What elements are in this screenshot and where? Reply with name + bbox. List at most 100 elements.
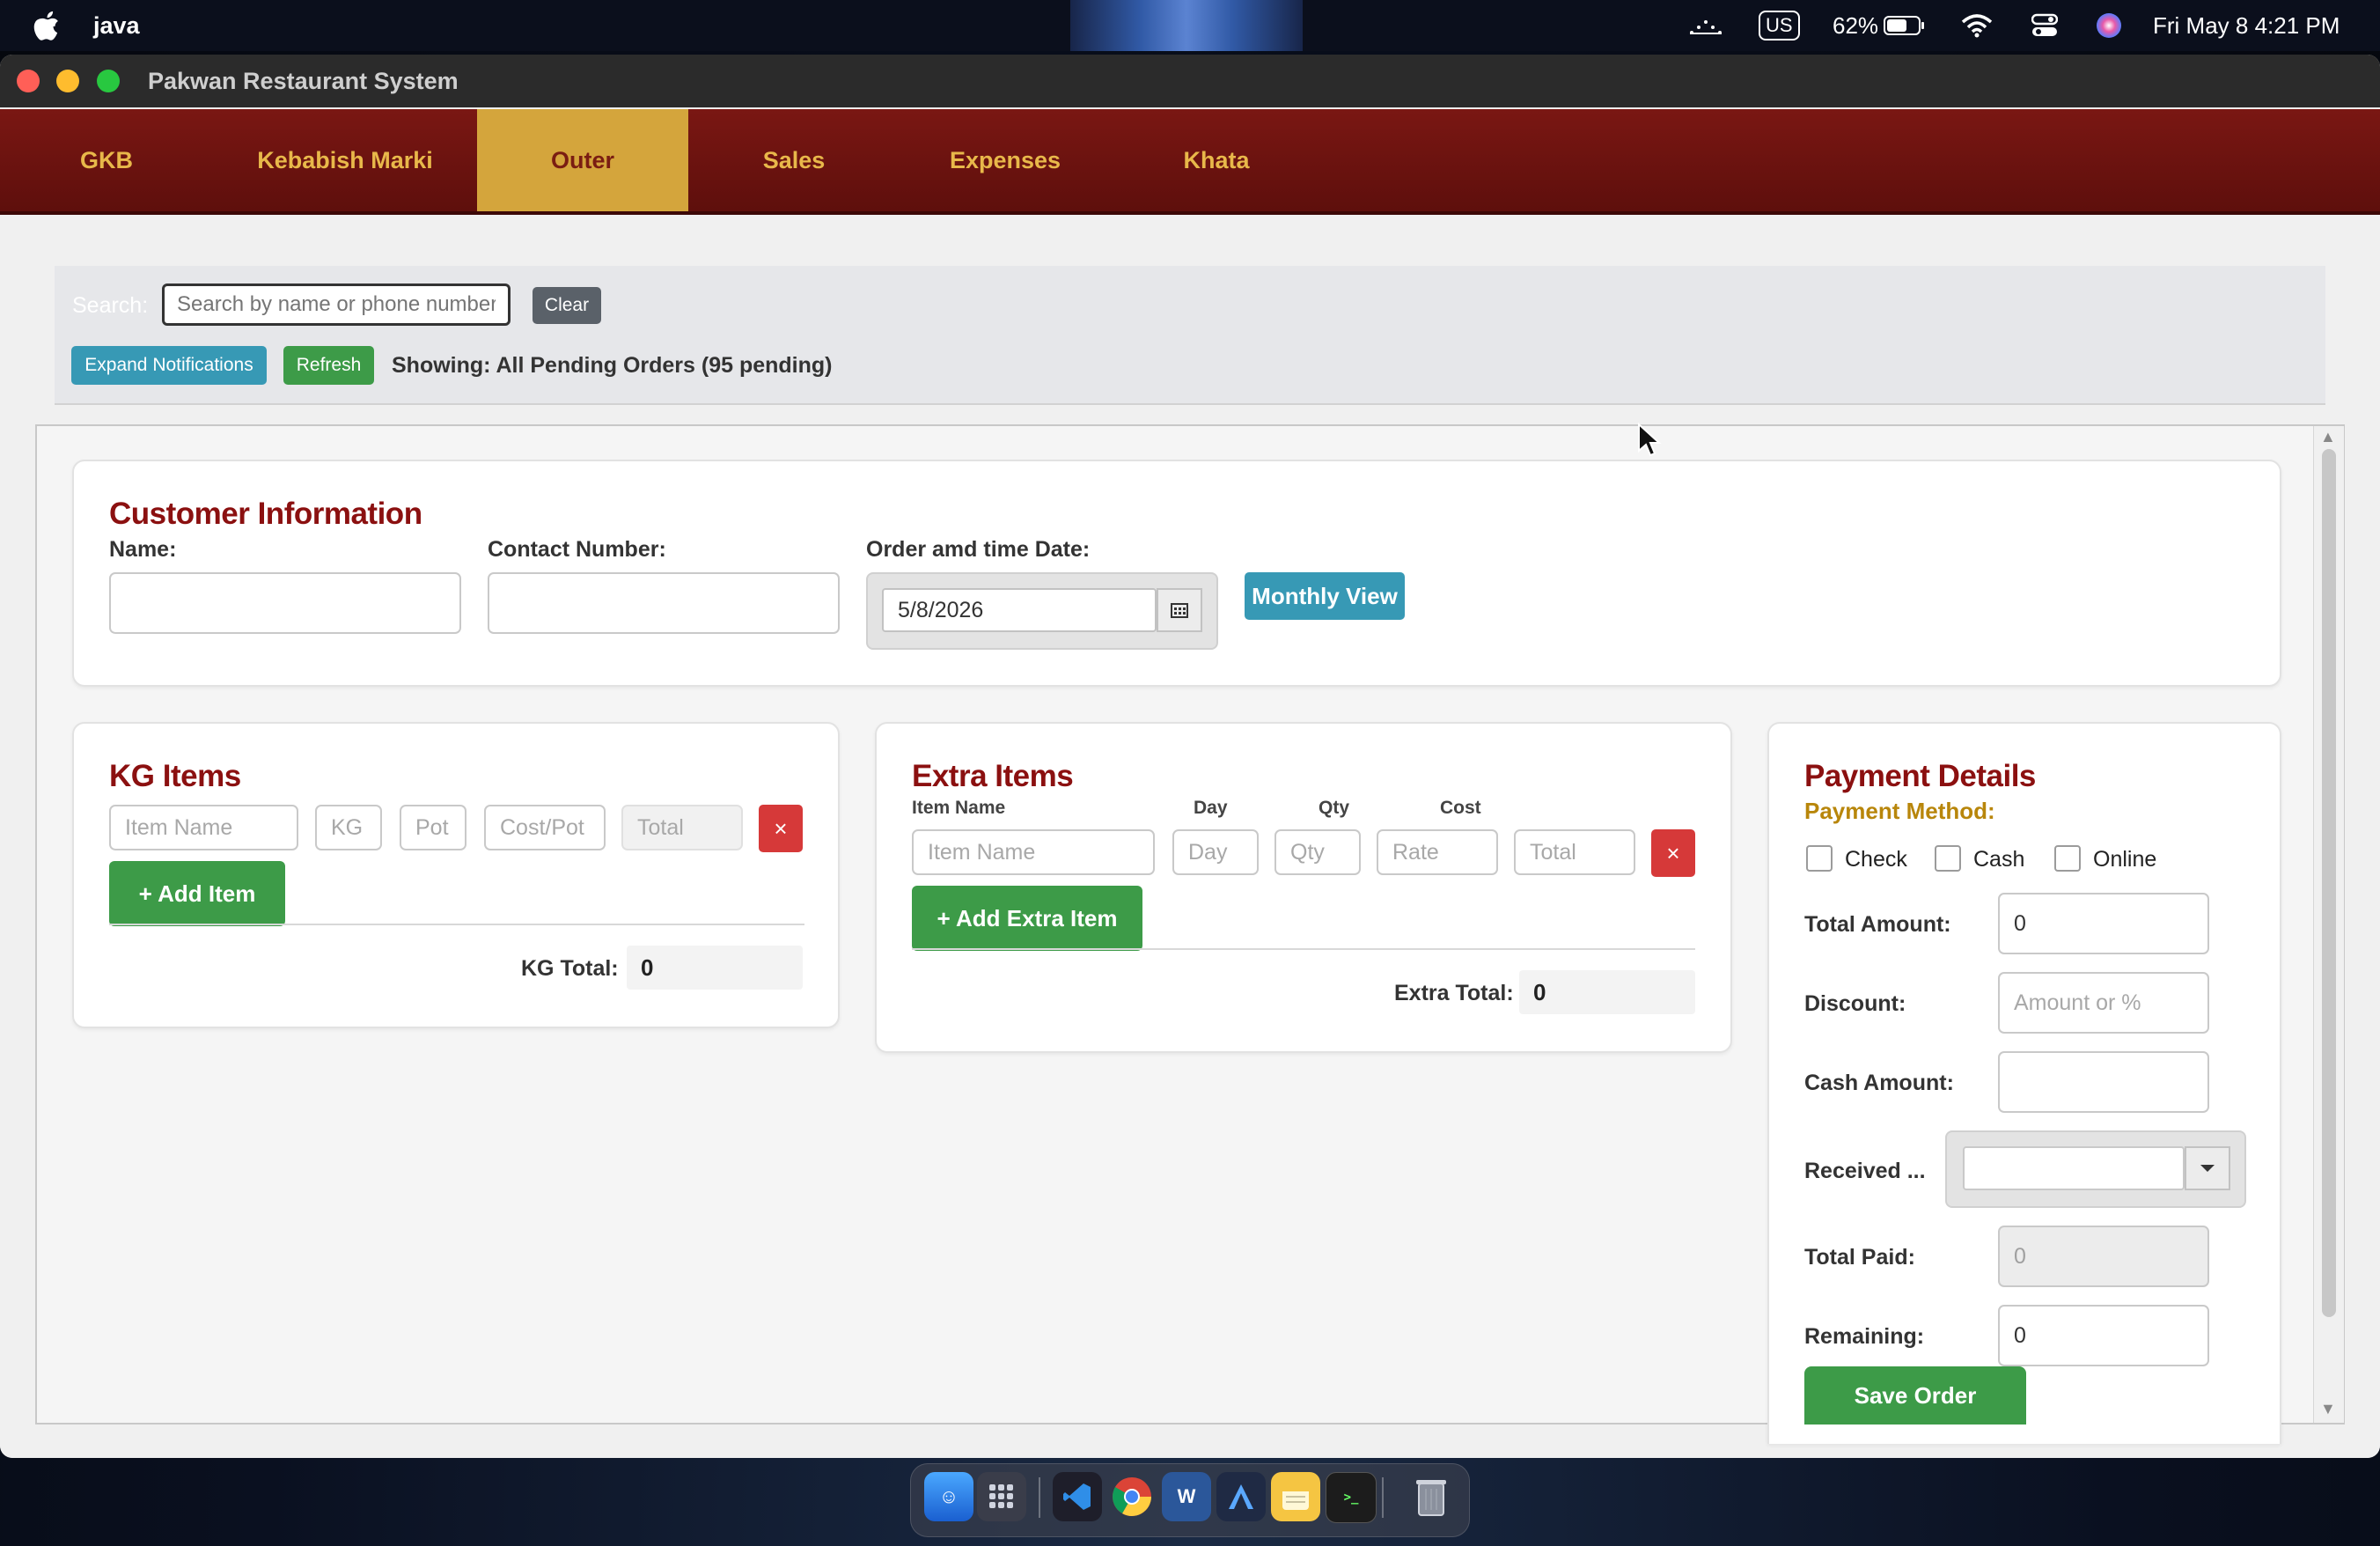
calendar-icon[interactable]: [1157, 588, 1202, 632]
tab-gkb[interactable]: GKB: [51, 109, 162, 211]
menu-bar: java US 62% Fri May 8 4:21 PM: [0, 0, 2380, 51]
tab-sales[interactable]: Sales: [724, 109, 864, 211]
terminal-icon[interactable]: >_: [1326, 1472, 1377, 1523]
remove-extra-item-button[interactable]: ×: [1651, 829, 1695, 877]
keyboard-layout: US: [1759, 11, 1800, 40]
save-order-button[interactable]: Save Order: [1804, 1366, 2026, 1425]
control-center-icon[interactable]: [2031, 0, 2058, 51]
received-by-label: Received ...: [1804, 1159, 1926, 1183]
kg-divider: [109, 924, 804, 925]
name-label: Name:: [109, 537, 177, 562]
extra-col-day: Day: [1194, 798, 1228, 818]
alcove-icon[interactable]: [1216, 1472, 1266, 1521]
cash-amount-label: Cash Amount:: [1804, 1071, 1954, 1095]
vscode-icon[interactable]: [1053, 1472, 1102, 1521]
kg-items-heading: KG Items: [109, 759, 241, 793]
menubar-clock[interactable]: Fri May 8 4:21 PM: [2153, 0, 2340, 51]
extra-qty-input[interactable]: Qty: [1274, 829, 1361, 875]
extra-rate-input[interactable]: Rate: [1377, 829, 1498, 875]
launchpad-icon[interactable]: [977, 1472, 1026, 1521]
expand-notifications-button[interactable]: Expand Notifications: [71, 346, 267, 385]
online-option-label: Online: [2093, 847, 2157, 872]
scroll-up-icon[interactable]: ▲: [2320, 428, 2336, 446]
scrollbar-thumb[interactable]: [2322, 449, 2336, 1317]
kg-input[interactable]: KG: [315, 805, 382, 850]
total-paid-field: 0: [1998, 1226, 2209, 1287]
add-item-button[interactable]: + Add Item: [109, 861, 285, 926]
clear-button[interactable]: Clear: [533, 287, 601, 324]
total-amount-input[interactable]: 0: [1998, 893, 2209, 954]
discount-label: Discount:: [1804, 991, 1906, 1016]
cash-option-label: Cash: [1973, 847, 2025, 872]
extra-day-input[interactable]: Day: [1172, 829, 1259, 875]
kg-row-total-field: Total: [621, 805, 743, 850]
extra-divider: [912, 948, 1695, 950]
input-source-icon[interactable]: US: [1759, 0, 1800, 51]
wifi-icon[interactable]: [1961, 0, 1993, 51]
chrome-icon[interactable]: [1107, 1472, 1157, 1521]
payment-details-heading: Payment Details: [1804, 759, 2036, 793]
date-input[interactable]: 5/8/2026: [882, 588, 1157, 632]
wallpaper-strip: [1070, 0, 1303, 51]
close-window-button[interactable]: [17, 70, 40, 92]
word-icon[interactable]: W: [1162, 1472, 1211, 1521]
tab-kebabish-marki[interactable]: Kebabish Marki: [239, 109, 451, 211]
add-extra-item-button[interactable]: + Add Extra Item: [912, 886, 1142, 951]
total-amount-label: Total Amount:: [1804, 912, 1951, 937]
active-app-name[interactable]: java: [93, 0, 140, 51]
pot-input[interactable]: Pot: [400, 805, 466, 850]
cash-checkbox[interactable]: [1935, 845, 1961, 872]
apple-menu-icon[interactable]: [33, 0, 60, 51]
refresh-button[interactable]: Refresh: [283, 346, 374, 385]
battery-icon[interactable]: [1884, 0, 1926, 51]
minimize-window-button[interactable]: [56, 70, 79, 92]
window-title: Pakwan Restaurant System: [148, 67, 459, 94]
extra-item-name-input[interactable]: Item Name: [912, 829, 1155, 875]
title-bar[interactable]: Pakwan Restaurant System: [0, 55, 2380, 107]
name-input[interactable]: [109, 572, 461, 634]
order-date-label: Order amd time Date:: [866, 537, 1091, 562]
tab-outer[interactable]: Outer: [477, 109, 688, 211]
monthly-view-button[interactable]: Monthly View: [1245, 572, 1405, 620]
cost-per-pot-input[interactable]: Cost/Pot: [484, 805, 606, 850]
extra-col-qty: Qty: [1319, 798, 1350, 818]
battery-percent: 62%: [1833, 11, 1879, 39]
search-input[interactable]: [162, 283, 511, 326]
dock-separator: [1382, 1477, 1384, 1518]
cash-amount-input[interactable]: [1998, 1051, 2209, 1113]
extra-col-item-name: Item Name: [912, 798, 1006, 818]
pending-orders-status: Showing: All Pending Orders (95 pending): [392, 353, 833, 378]
trash-icon[interactable]: [1407, 1472, 1456, 1521]
dock-separator: [1039, 1477, 1040, 1518]
notes-icon[interactable]: [1271, 1472, 1320, 1521]
extra-total-input: Total: [1514, 829, 1635, 875]
kg-total-label: KG Total:: [521, 956, 619, 981]
check-option-label: Check: [1845, 847, 1907, 872]
chevron-down-icon[interactable]: [2185, 1146, 2230, 1190]
extra-items-heading: Extra Items: [912, 759, 1074, 793]
payment-method-label: Payment Method:: [1804, 798, 1995, 824]
screen-mirroring-icon[interactable]: [1688, 0, 1723, 51]
remove-kg-item-button[interactable]: ×: [759, 805, 803, 852]
finder-icon[interactable]: ☺: [924, 1472, 973, 1521]
search-label: Search:: [72, 293, 149, 318]
tab-khata[interactable]: Khata: [1146, 109, 1287, 211]
mouse-cursor-icon: [1637, 422, 1662, 462]
online-checkbox[interactable]: [2054, 845, 2081, 872]
remaining-field: 0: [1998, 1305, 2209, 1366]
extra-total-label: Extra Total:: [1394, 981, 1514, 1005]
discount-input[interactable]: Amount or %: [1998, 972, 2209, 1034]
tab-expenses[interactable]: Expenses: [935, 109, 1076, 211]
contact-number-input[interactable]: [488, 572, 840, 634]
extra-total-value: 0: [1519, 970, 1695, 1014]
kg-total-value: 0: [627, 946, 803, 990]
zoom-window-button[interactable]: [97, 70, 120, 92]
check-checkbox[interactable]: [1806, 845, 1833, 872]
customer-info-heading: Customer Information: [109, 497, 422, 531]
contact-label: Contact Number:: [488, 537, 666, 562]
kg-item-name-input[interactable]: Item Name: [109, 805, 298, 850]
received-by-value[interactable]: [1963, 1146, 2185, 1190]
siri-icon[interactable]: [2095, 0, 2123, 51]
remaining-label: Remaining:: [1804, 1324, 1925, 1349]
scroll-down-icon[interactable]: ▼: [2320, 1400, 2336, 1418]
